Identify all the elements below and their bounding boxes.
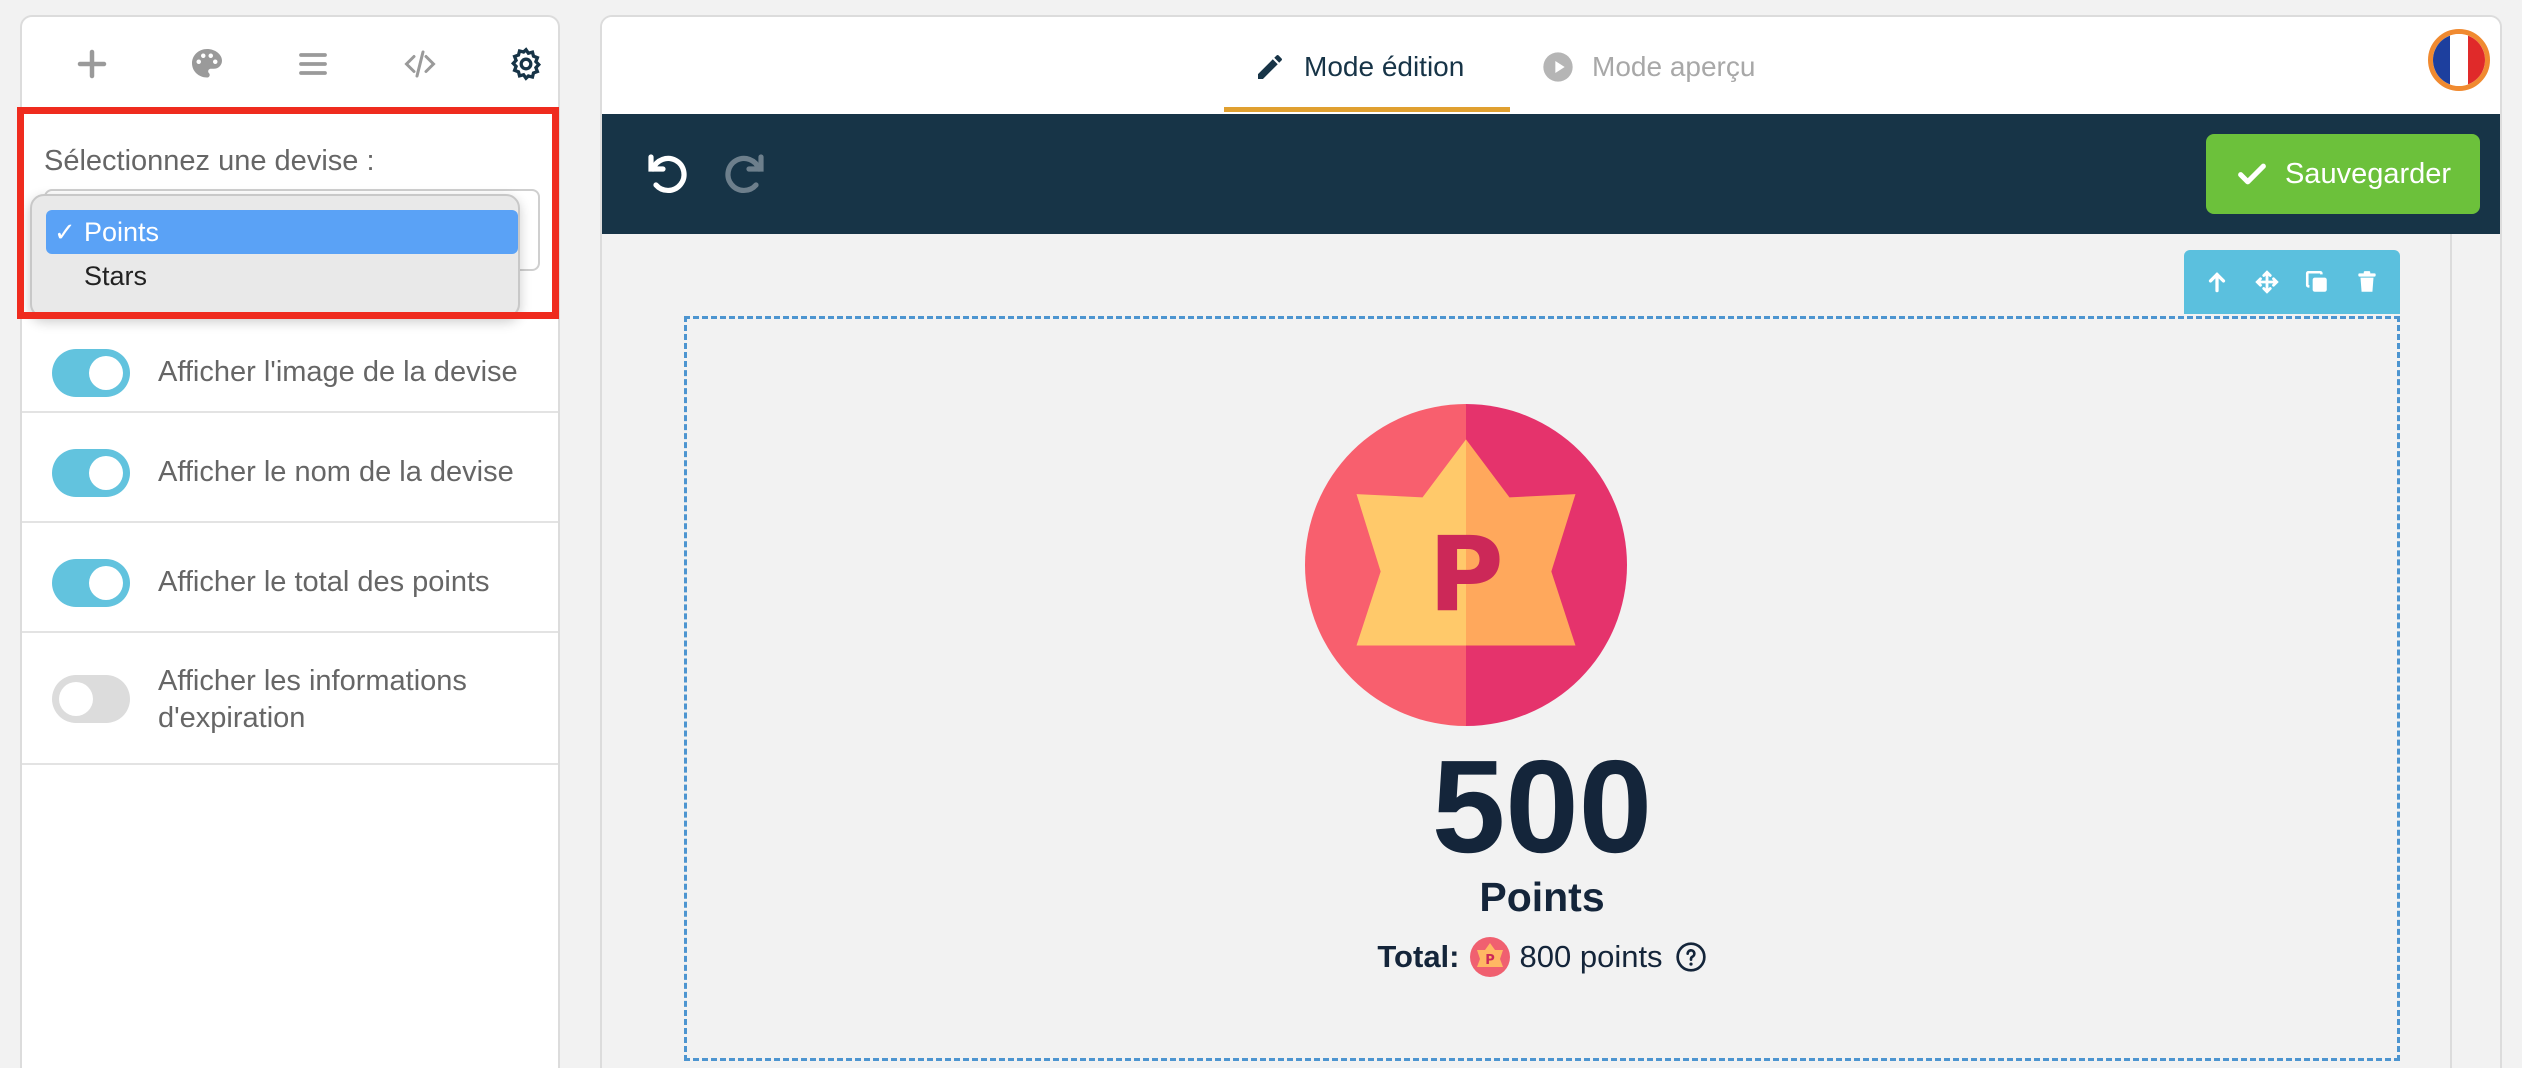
editor-panel: Mode édition Mode aperçu Sauvegarder P 5…	[600, 15, 2502, 1068]
undo-icon[interactable]	[638, 144, 696, 202]
mode-bar: Mode édition Mode aperçu	[602, 17, 2500, 114]
small-coin-icon: P	[1469, 937, 1510, 977]
block-toolbar	[2184, 250, 2400, 314]
toggle-label: Afficher les informations d'expiration	[158, 665, 467, 734]
toggle-switch[interactable]	[52, 349, 130, 397]
play-icon	[1543, 52, 1573, 82]
svg-text:P: P	[1485, 953, 1495, 968]
palette-icon[interactable]	[182, 41, 232, 87]
canvas-area: P 500 Points Total: P 800 points	[602, 234, 2500, 1068]
save-button[interactable]: Sauvegarder	[2206, 134, 2480, 214]
code-icon[interactable]	[395, 41, 445, 87]
coin-letter: P	[1428, 515, 1504, 635]
duplicate-icon[interactable]	[2298, 263, 2336, 301]
sidebar-tabs	[22, 17, 558, 109]
drag-move-icon[interactable]	[2248, 263, 2286, 301]
toggle-switch[interactable]	[52, 559, 130, 607]
pencil-icon	[1258, 55, 1282, 79]
toggle-switch[interactable]	[52, 675, 130, 723]
check-icon	[2238, 163, 2266, 185]
loyalty-points-widget[interactable]: P 500 Points Total: P 800 points	[684, 316, 2400, 1061]
redo-icon[interactable]	[716, 144, 774, 202]
highlight-frame	[17, 107, 559, 319]
total-label: Total:	[1377, 939, 1460, 974]
tab-preview-mode[interactable]: Mode aperçu	[1542, 47, 1755, 87]
points-coin-icon: P	[1305, 404, 1627, 726]
trash-icon[interactable]	[2348, 263, 2386, 301]
list-icon[interactable]	[288, 41, 338, 87]
toggle-row-points-total: Afficher le total des points	[22, 521, 558, 631]
currency-name: Points	[1479, 874, 1605, 920]
toggle-row-expiration: Afficher les informations d'expiration	[22, 631, 558, 765]
toggle-row-currency-name: Afficher le nom de la devise	[22, 411, 558, 521]
points-total: Total: P 800 points	[687, 937, 2397, 977]
toggle-row-currency-image: Afficher l'image de la devise	[22, 313, 558, 423]
save-label: Sauvegarder	[2284, 157, 2452, 190]
move-up-icon[interactable]	[2198, 263, 2236, 301]
scroll-divider	[2450, 234, 2452, 1068]
toggle-switch[interactable]	[52, 449, 130, 497]
toggle-label: Afficher l'image de la devise	[158, 356, 518, 388]
points-amount: 500	[1431, 733, 1653, 880]
toggle-label: Afficher le total des points	[158, 566, 490, 598]
gear-icon[interactable]	[501, 41, 551, 87]
toggle-label: Afficher le nom de la devise	[158, 456, 514, 488]
total-value: 800 points	[1519, 939, 1663, 974]
active-tab-indicator	[1224, 107, 1510, 112]
tab-label: Mode édition	[1304, 51, 1465, 82]
flag-fr-icon[interactable]	[2428, 29, 2490, 91]
divider	[22, 763, 558, 765]
tab-edit-mode[interactable]: Mode édition	[1254, 47, 1464, 87]
plus-icon[interactable]	[67, 41, 117, 87]
tab-label: Mode aperçu	[1592, 51, 1756, 82]
help-icon[interactable]	[1675, 941, 1707, 973]
editor-toolbar: Sauvegarder	[602, 114, 2500, 234]
